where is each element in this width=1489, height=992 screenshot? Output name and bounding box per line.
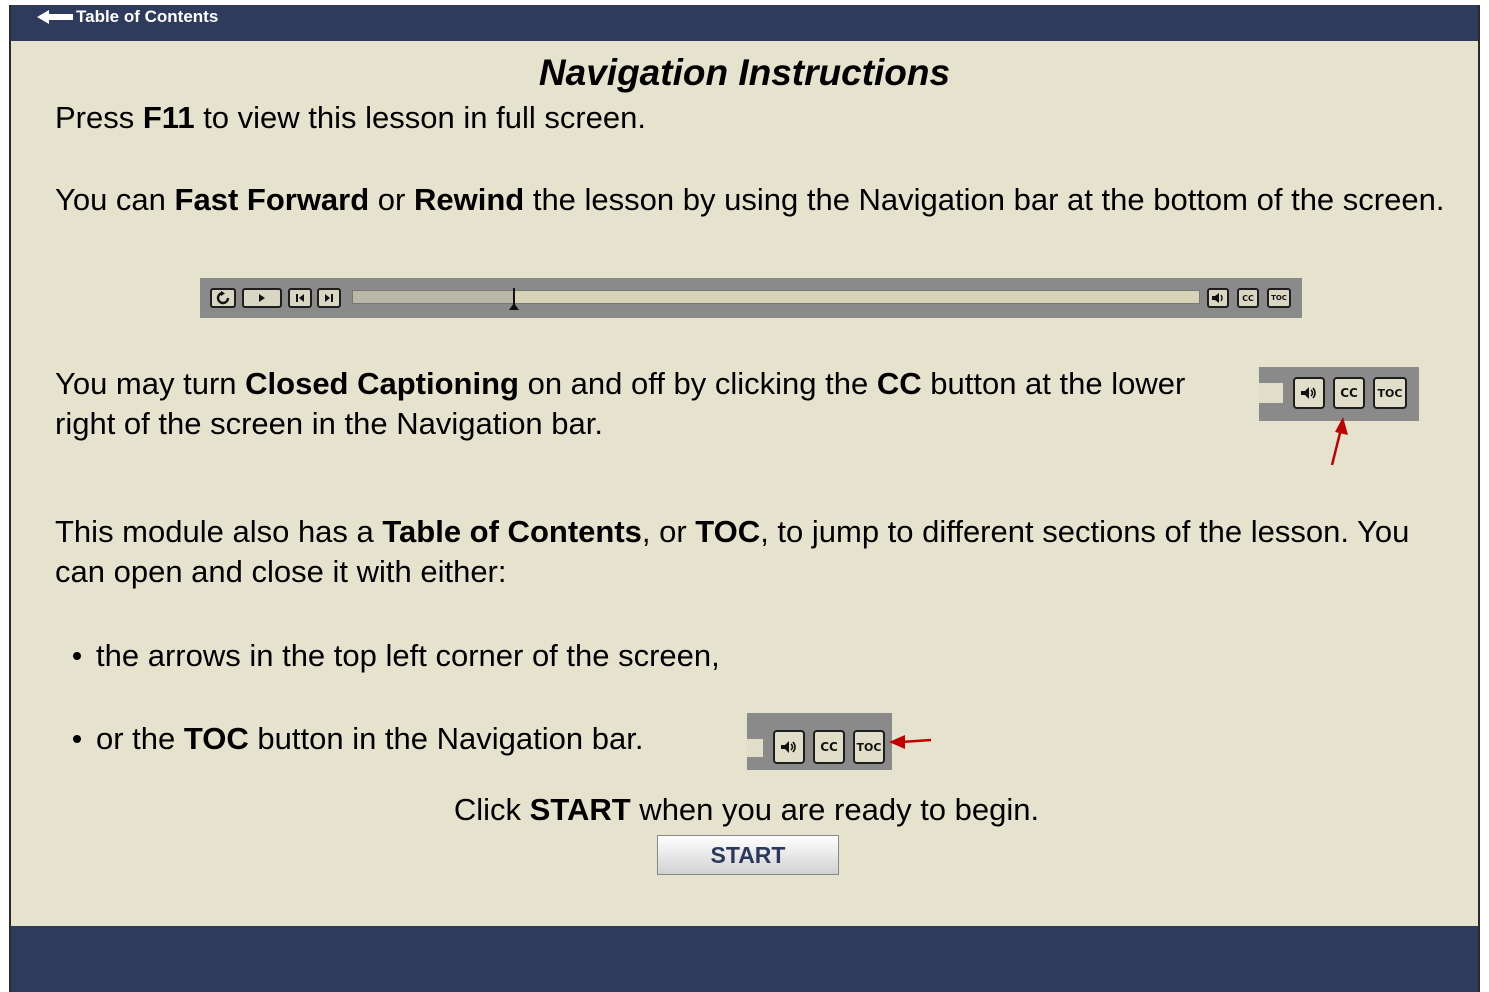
previous-icon: [288, 288, 312, 308]
p2-text-end: the lesson by using the Navigation bar a…: [524, 182, 1445, 217]
cc-button-image: CC: [1333, 377, 1365, 409]
bullet2-text: or the: [96, 721, 184, 756]
start-term: START: [529, 792, 631, 827]
volume-icon: [1293, 377, 1325, 409]
p2-text: You can: [55, 182, 175, 217]
bullet1-text: the arrows in the top left corner of the…: [96, 638, 720, 673]
f11-instruction: Press F11 to view this lesson in full sc…: [55, 98, 646, 138]
arrow-left-icon: [37, 10, 73, 24]
p3-text: You may turn: [55, 366, 246, 401]
red-arrow-up-icon: [1330, 417, 1348, 466]
cc-button-image: CC: [1237, 288, 1259, 308]
bullet-arrows: the arrows in the top left corner of the…: [73, 636, 720, 676]
progress-track: [352, 290, 1200, 304]
bullet-dot: [73, 734, 81, 743]
top-bar: Table of Contents: [11, 5, 1478, 41]
toc-button-image: TOC: [1267, 288, 1291, 308]
p1-text-end: to view this lesson in full screen.: [194, 100, 647, 135]
p4-text-or: , or: [641, 514, 696, 549]
bottom-navigation-bar: [11, 926, 1478, 992]
toc-term: TOC: [695, 514, 761, 549]
cc-snippet-image: CC TOC: [1259, 367, 1419, 421]
p1-text: Press: [55, 100, 143, 135]
progress-thumb: [509, 288, 520, 310]
p4-text: This module also has a: [55, 514, 383, 549]
cc-button-image: CC: [813, 730, 845, 764]
toc-button-image: TOC: [853, 730, 885, 764]
start-button[interactable]: START: [657, 835, 839, 875]
closed-captioning-term: Closed Captioning: [245, 366, 519, 401]
f11-key: F11: [142, 100, 195, 135]
bullet-dot: [73, 651, 81, 660]
toc-instruction: This module also has a Table of Contents…: [55, 512, 1415, 592]
start-instruction: Click START when you are ready to begin.: [11, 790, 1482, 830]
table-of-contents-link[interactable]: Table of Contents: [37, 6, 218, 28]
navigation-bar-image: CC TOC: [200, 278, 1302, 318]
p2-text-or: or: [369, 182, 414, 217]
cc-term: CC: [876, 366, 922, 401]
toc-link-label: Table of Contents: [76, 7, 219, 26]
navigation-instruction: You can Fast Forward or Rewind the lesso…: [55, 180, 1445, 220]
volume-icon: [1207, 288, 1229, 308]
volume-icon: [773, 730, 805, 764]
rewind-term: Rewind: [413, 182, 525, 217]
bullet-toc-button: or the TOC button in the Navigation bar.: [73, 719, 643, 759]
play-icon: [242, 288, 282, 308]
table-of-contents-term: Table of Contents: [382, 514, 642, 549]
p3-text-mid: on and off by clicking the: [518, 366, 877, 401]
closed-captioning-instruction: You may turn Closed Captioning on and of…: [55, 364, 1225, 444]
progress-fill: [353, 291, 515, 303]
page-title: Navigation Instructions: [538, 52, 951, 93]
fast-forward-term: Fast Forward: [174, 182, 370, 217]
bullet2-text-end: button in the Navigation bar.: [248, 721, 644, 756]
toc-term: TOC: [183, 721, 249, 756]
red-arrow-left-icon: [889, 735, 932, 749]
toc-button-image: TOC: [1373, 377, 1407, 409]
p5-text-end: when you are ready to begin.: [630, 792, 1040, 827]
toc-snippet-image: CC TOC: [747, 713, 892, 770]
p5-text: Click: [453, 792, 530, 827]
replay-icon: [210, 288, 236, 308]
next-icon: [317, 288, 341, 308]
lesson-frame: Table of Contents Navigation Instruction…: [9, 5, 1480, 992]
